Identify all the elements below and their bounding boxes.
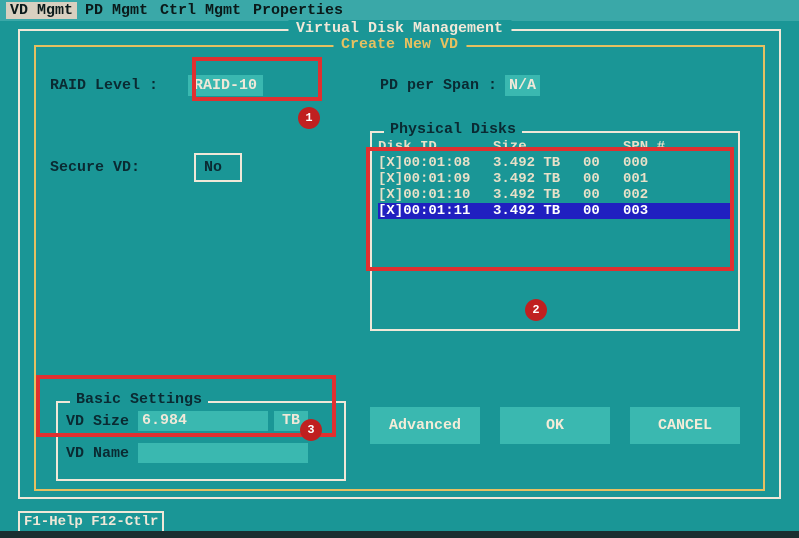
pd-row[interactable]: [X]00:01:113.492 TB00003 (378, 203, 732, 219)
pd-cell-c3: 00 (583, 171, 623, 187)
pd-cell-size: 3.492 TB (493, 155, 583, 171)
vd-size-label: VD Size (66, 413, 138, 430)
pd-cell-id: [X]00:01:08 (378, 155, 493, 171)
pd-row[interactable]: [X]00:01:093.492 TB00001 (378, 171, 732, 187)
pd-header: Disk ID Size SPN # (378, 139, 732, 155)
menu-bar: VD Mgmt PD Mgmt Ctrl Mgmt Properties (0, 0, 799, 21)
pd-col-diskid: Disk ID (378, 139, 493, 155)
pd-per-span-value[interactable]: N/A (505, 75, 540, 96)
vd-size-unit[interactable]: TB (274, 411, 308, 431)
pd-per-span-label: PD per Span : (380, 77, 497, 94)
pd-cell-c3: 00 (583, 203, 623, 219)
basic-settings-title: Basic Settings (70, 391, 208, 408)
vdm-frame: Virtual Disk Management Create New VD RA… (18, 29, 781, 499)
pd-col-size: Size (493, 139, 583, 155)
pd-cell-id: [X]00:01:09 (378, 171, 493, 187)
menu-pd-mgmt[interactable]: PD Mgmt (81, 2, 152, 19)
pd-cell-spn: 002 (623, 187, 673, 203)
ok-button[interactable]: OK (500, 407, 610, 444)
pd-cell-spn: 001 (623, 171, 673, 187)
create-vd-frame: Create New VD RAID Level : RAID-10 PD pe… (34, 45, 765, 491)
vd-name-label: VD Name (66, 445, 138, 462)
pd-cell-size: 3.492 TB (493, 171, 583, 187)
pd-cell-c3: 00 (583, 155, 623, 171)
physical-disks-title: Physical Disks (384, 121, 522, 138)
cancel-button[interactable]: CANCEL (630, 407, 740, 444)
pd-row[interactable]: [X]00:01:083.492 TB00000 (378, 155, 732, 171)
secure-vd-label: Secure VD: (50, 159, 140, 176)
pd-cell-size: 3.492 TB (493, 187, 583, 203)
help-footer: F1-Help F12-Ctlr (18, 511, 164, 531)
raid-level-value[interactable]: RAID-10 (188, 75, 263, 96)
advanced-button[interactable]: Advanced (370, 407, 480, 444)
secure-vd-value[interactable]: No (194, 153, 242, 182)
basic-settings-box: Basic Settings VD Size 6.984 TB VD Name (56, 401, 346, 481)
pd-row[interactable]: [X]00:01:103.492 TB00002 (378, 187, 732, 203)
pd-cell-c3: 00 (583, 187, 623, 203)
pd-cell-spn: 003 (623, 203, 673, 219)
pd-cell-id: [X]00:01:10 (378, 187, 493, 203)
pd-cell-spn: 000 (623, 155, 673, 171)
menu-properties[interactable]: Properties (249, 2, 347, 19)
pd-col-spn: SPN # (623, 139, 673, 155)
menu-ctrl-mgmt[interactable]: Ctrl Mgmt (156, 2, 245, 19)
physical-disks-box: Physical Disks Disk ID Size SPN # [X]00:… (370, 131, 740, 331)
pd-cell-id: [X]00:01:11 (378, 203, 493, 219)
vd-size-input[interactable]: 6.984 (138, 411, 268, 431)
bios-screen: Virtual Disk Management Create New VD RA… (0, 21, 799, 531)
pd-cell-size: 3.492 TB (493, 203, 583, 219)
vd-name-input[interactable] (138, 443, 308, 463)
pd-col-x (583, 139, 623, 155)
menu-vd-mgmt[interactable]: VD Mgmt (6, 2, 77, 19)
create-vd-title: Create New VD (333, 36, 466, 53)
vdm-title: Virtual Disk Management (288, 20, 511, 37)
button-row: Advanced OK CANCEL (370, 407, 740, 444)
raid-level-label: RAID Level : (50, 77, 158, 94)
